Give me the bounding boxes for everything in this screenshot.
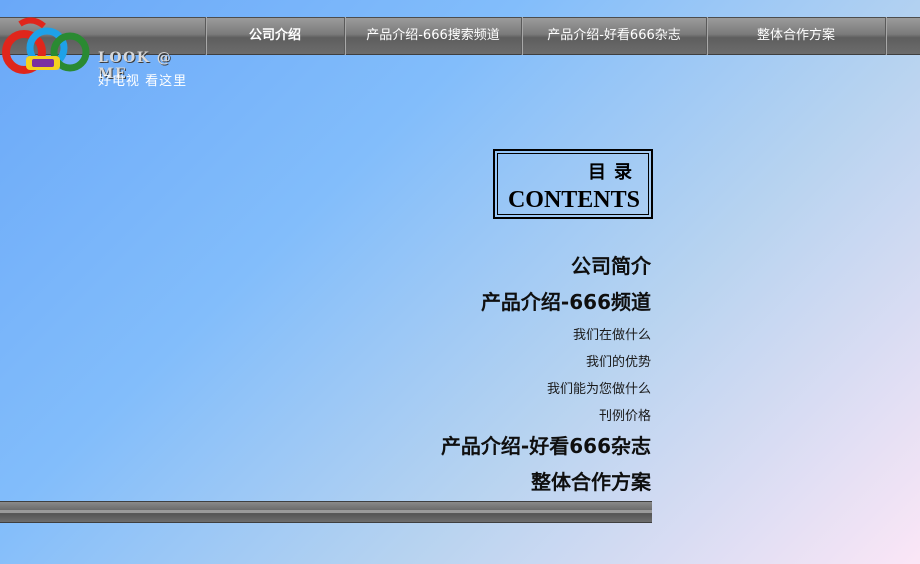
nav-item-company-intro[interactable]: 公司介绍 (205, 17, 344, 55)
menu-company-intro[interactable]: 公司简介 (441, 250, 651, 286)
nav-item-end-cap (885, 17, 920, 55)
contents-title-box: 目录 CONTENTS (493, 149, 653, 219)
bottom-bar-stripe (0, 510, 652, 513)
contents-title-inner: 目录 CONTENTS (497, 153, 649, 215)
menu-product-magazine[interactable]: 产品介绍-好看666杂志 (441, 430, 651, 466)
bottom-divider-bar (0, 501, 652, 523)
logo-tagline-cn: 好电视 看这里 (98, 74, 188, 89)
nav-item-666-magazine[interactable]: 产品介绍-好看666杂志 (521, 17, 706, 55)
nav-item-cooperation-plan[interactable]: 整体合作方案 (706, 17, 885, 55)
menu-sub-pricing[interactable]: 刊例价格 (441, 403, 651, 430)
contents-title-cn: 目录 (588, 162, 640, 183)
logo[interactable]: LOOK @ ME 好电视 看这里 (0, 10, 205, 89)
menu-sub-advantages[interactable]: 我们的优势 (441, 349, 651, 376)
main-nav: 公司介绍 产品介绍-666搜索频道 产品介绍-好看666杂志 整体合作方案 (205, 17, 920, 55)
666-logo-icon (2, 17, 90, 74)
menu-product-channel[interactable]: 产品介绍-666频道 (441, 286, 651, 322)
menu-cooperation[interactable]: 整体合作方案 (441, 466, 651, 502)
nav-item-666-search-channel[interactable]: 产品介绍-666搜索频道 (344, 17, 521, 55)
menu-sub-what-we-can-do[interactable]: 我们能为您做什么 (441, 376, 651, 403)
contents-title-en: CONTENTS (507, 187, 640, 213)
menu-sub-what-we-do[interactable]: 我们在做什么 (441, 322, 651, 349)
contents-menu: 公司简介 产品介绍-666频道 我们在做什么 我们的优势 我们能为您做什么 刊例… (441, 250, 651, 502)
